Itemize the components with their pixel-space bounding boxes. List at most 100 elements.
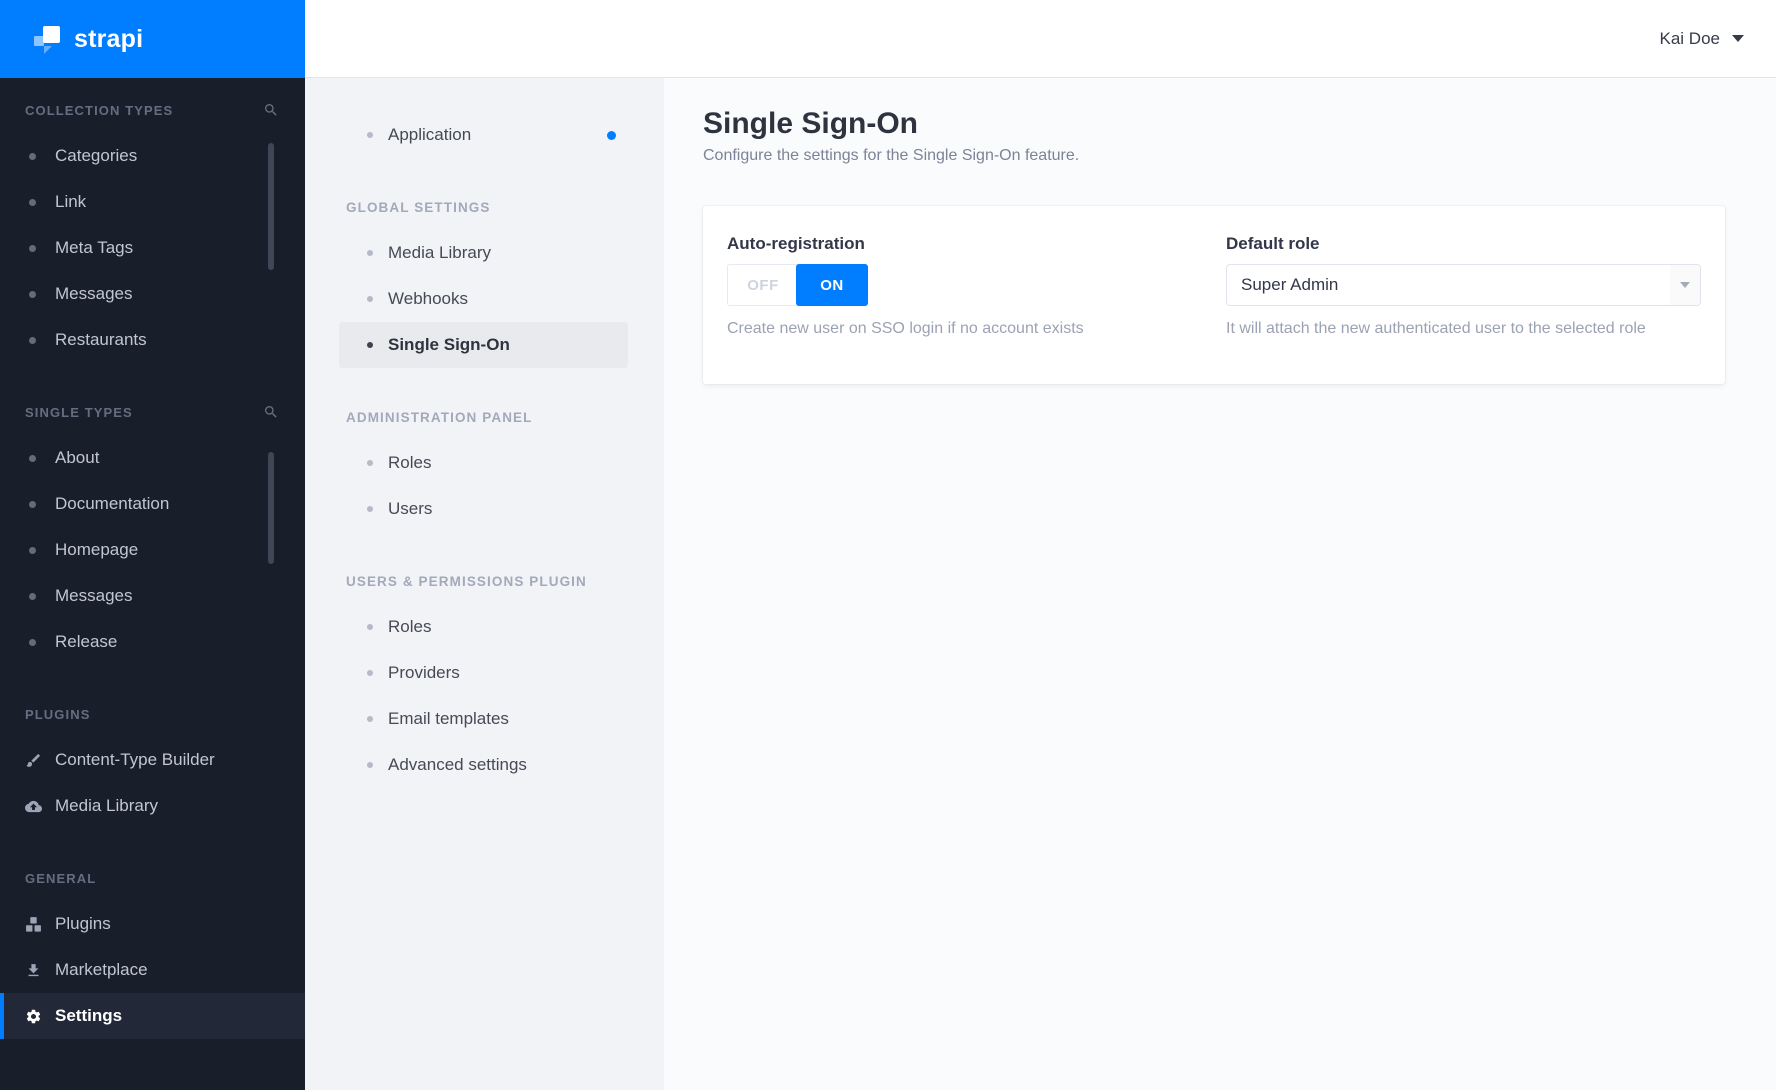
bullet-icon [29,336,36,344]
sidebar-item-messages[interactable]: Messages [0,271,305,317]
bullet-icon [29,500,36,508]
default-role-helper: It will attach the new authenticated use… [1226,320,1646,337]
default-role-value: Super Admin [1241,275,1339,294]
bullet-icon [367,762,373,768]
bullet-icon [29,546,36,554]
strapi-logo[interactable]: strapi [0,0,305,78]
subnav-item-advanced-settings[interactable]: Advanced settings [305,742,664,788]
sidebar-item-release[interactable]: Release [0,619,305,665]
sidebar-item-label: Documentation [55,494,170,513]
bullet-icon [367,342,373,348]
main-content: Single Sign-On Configure the settings fo… [664,78,1776,1090]
sidebar-item-label: About [55,448,100,467]
strapi-logo-icon [33,25,60,54]
sidebar-item-restaurants[interactable]: Restaurants [0,317,305,363]
search-icon[interactable] [263,102,279,118]
main-sidebar: strapi COLLECTION TYPES Categories Link … [0,0,305,1090]
subnav-item-providers[interactable]: Providers [305,650,664,696]
section-label: SINGLE TYPES [25,404,133,420]
sidebar-item-media-library[interactable]: Media Library [0,783,305,829]
subnav-item-label: Webhooks [388,289,469,308]
bullet-icon [367,624,373,630]
bullet-icon [367,670,373,676]
default-role-select[interactable]: Super Admin [1226,264,1701,306]
section-label: GENERAL [25,870,97,886]
toggle-on-button[interactable]: ON [796,264,868,306]
sidebar-section-collection-types: COLLECTION TYPES Categories Link Meta Ta… [0,87,305,363]
page-title: Single Sign-On [703,107,918,140]
sidebar-item-meta-tags[interactable]: Meta Tags [0,225,305,271]
section-label: PLUGINS [25,706,91,722]
subnav-item-roles-admin[interactable]: Roles [305,440,664,486]
brush-icon [25,752,42,769]
bullet-icon [367,716,373,722]
sidebar-item-content-type-builder[interactable]: Content-Type Builder [0,737,305,783]
chevron-down-icon [1680,282,1690,288]
sidebar-item-messages-single[interactable]: Messages [0,573,305,619]
bullet-icon [29,290,36,298]
section-label: COLLECTION TYPES [25,102,174,118]
sidebar-item-plugins[interactable]: Plugins [0,901,305,947]
bullet-icon [367,250,373,256]
sidebar-item-label: Homepage [55,540,139,559]
sidebar-item-label: Link [55,192,87,211]
user-menu[interactable]: Kai Doe [1660,0,1744,77]
brand-name: strapi [74,24,144,53]
subnav-section-administration-panel: ADMINISTRATION PANEL Roles Users [305,394,664,532]
plugins-header: PLUGINS [0,691,305,737]
sidebar-item-categories[interactable]: Categories [0,133,305,179]
sidebar-item-marketplace[interactable]: Marketplace [0,947,305,993]
single-types-header: SINGLE TYPES [0,389,305,435]
auto-registration-field: Auto-registration OFF ON Create new user… [727,234,1202,338]
sidebar-item-label: Settings [55,1006,123,1025]
notification-dot [607,131,616,140]
subnav-item-label: Application [388,125,472,144]
bullet-icon [29,638,36,646]
sidebar-item-settings[interactable]: Settings [0,993,305,1039]
sidebar-item-label: Categories [55,146,138,165]
cloud-upload-icon [25,798,42,815]
bullet-icon [29,244,36,252]
subnav-item-single-sign-on[interactable]: Single Sign-On [339,322,628,368]
page-subtitle: Configure the settings for the Single Si… [703,147,1080,164]
subnav-section-global-settings: GLOBAL SETTINGS Media Library Webhooks S… [305,184,664,368]
auto-registration-label: Auto-registration [727,234,865,253]
sidebar-item-documentation[interactable]: Documentation [0,481,305,527]
section-label: USERS & PERMISSIONS PLUGIN [346,573,587,589]
gear-icon [25,1008,42,1025]
administration-panel-header: ADMINISTRATION PANEL [305,394,664,440]
sidebar-scrollbar-thumb[interactable] [268,143,274,270]
collection-types-header: COLLECTION TYPES [0,87,305,133]
bullet-icon [29,152,36,160]
sidebar-item-homepage[interactable]: Homepage [0,527,305,573]
sidebar-item-label: Content-Type Builder [55,750,215,769]
default-role-field: Default role Super Admin It will attach … [1226,234,1701,338]
bullet-icon [367,460,373,466]
auto-registration-toggle[interactable]: OFF ON [727,264,868,306]
section-label: GLOBAL SETTINGS [346,199,491,215]
select-caret-zone[interactable] [1670,265,1700,305]
top-bar: Kai Doe [305,0,1776,78]
subnav-item-webhooks[interactable]: Webhooks [305,276,664,322]
search-icon[interactable] [263,404,279,420]
sidebar-item-label: Messages [55,284,133,303]
user-name: Kai Doe [1659,28,1720,48]
subnav-item-application[interactable]: Application [305,112,664,158]
toggle-off-button[interactable]: OFF [728,265,798,305]
sidebar-item-about[interactable]: About [0,435,305,481]
sidebar-item-label: Messages [55,586,133,605]
default-role-label: Default role [1226,234,1320,253]
global-settings-header: GLOBAL SETTINGS [305,184,664,230]
subnav-item-media-library[interactable]: Media Library [305,230,664,276]
sidebar-scrollbar-thumb[interactable] [268,452,274,564]
sidebar-item-label: Release [55,632,118,651]
subnav-item-email-templates[interactable]: Email templates [305,696,664,742]
sidebar-item-label: Plugins [55,914,111,933]
general-header: GENERAL [0,855,305,901]
subnav-item-roles-up[interactable]: Roles [305,604,664,650]
subnav-item-label: Single Sign-On [388,335,510,354]
sidebar-item-link[interactable]: Link [0,179,305,225]
subnav-item-label: Roles [388,453,432,472]
subnav-item-users[interactable]: Users [305,486,664,532]
subnav-item-label: Users [388,499,433,518]
